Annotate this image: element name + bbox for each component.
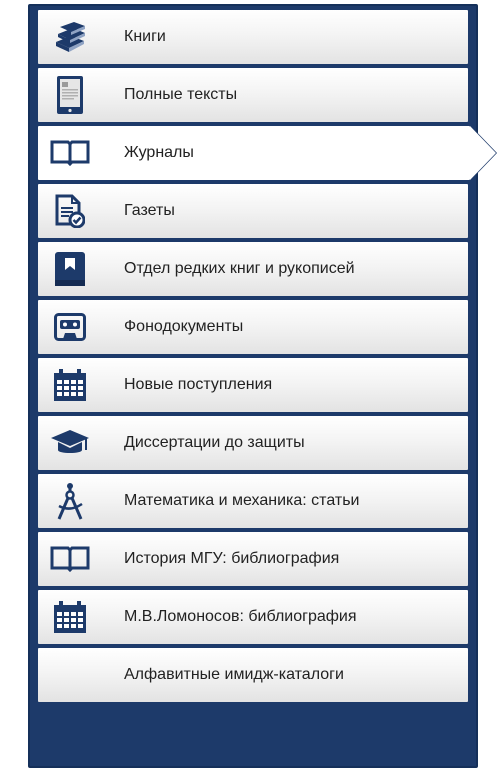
- menu-item-journals[interactable]: Журналы: [38, 125, 497, 181]
- books-icon: [50, 17, 90, 57]
- open-book-icon: [50, 539, 90, 579]
- menu-item-label: Фонодокументы: [124, 318, 244, 335]
- graduation-cap-icon: [50, 423, 90, 463]
- menu-item-msu-history[interactable]: История МГУ: библиография: [38, 532, 468, 586]
- calendar-icon: [50, 597, 90, 637]
- menu-item-rare-books[interactable]: Отдел редких книг и рукописей: [38, 242, 468, 296]
- menu-item-lomonosov[interactable]: М.В.Ломоносов: библиография: [38, 590, 468, 644]
- calendar-icon: [50, 365, 90, 405]
- menu-item-newspapers[interactable]: Газеты: [38, 184, 468, 238]
- menu-item-full-texts[interactable]: Полные тексты: [38, 68, 468, 122]
- menu-item-image-catalogs[interactable]: Алфавитные имидж-каталоги: [38, 648, 468, 702]
- menu-item-label: Газеты: [124, 202, 175, 219]
- menu-item-label: Математика и механика: статьи: [124, 492, 360, 509]
- menu-item-label: Полные тексты: [124, 86, 238, 103]
- menu-item-new-arrivals[interactable]: Новые поступления: [38, 358, 468, 412]
- document-check-icon: [50, 191, 90, 231]
- compass-icon: [50, 481, 90, 521]
- menu-item-label: Новые поступления: [124, 376, 273, 393]
- menu-item-audio-documents[interactable]: Фонодокументы: [38, 300, 468, 354]
- menu-item-math-mechanics[interactable]: Математика и механика: статьи: [38, 474, 468, 528]
- menu-item-dissertations[interactable]: Диссертации до защиты: [38, 416, 468, 470]
- open-book-icon: [50, 133, 90, 173]
- menu-item-label: Журналы: [124, 144, 194, 161]
- cassette-icon: [50, 307, 90, 347]
- catalog-menu: Книги Полные тексты Журналы Газеты Отдел…: [28, 4, 497, 768]
- menu-item-books[interactable]: Книги: [38, 10, 468, 64]
- bookmarked-book-icon: [50, 249, 90, 289]
- menu-item-label: Книги: [124, 28, 166, 45]
- menu-item-label: История МГУ: библиография: [124, 550, 340, 567]
- menu-item-label: М.В.Ломоносов: библиография: [124, 608, 357, 625]
- menu-item-label: Диссертации до защиты: [124, 434, 305, 451]
- menu-item-label: Отдел редких книг и рукописей: [124, 260, 355, 277]
- tablet-icon: [50, 75, 90, 115]
- menu-item-label: Алфавитные имидж-каталоги: [124, 666, 344, 683]
